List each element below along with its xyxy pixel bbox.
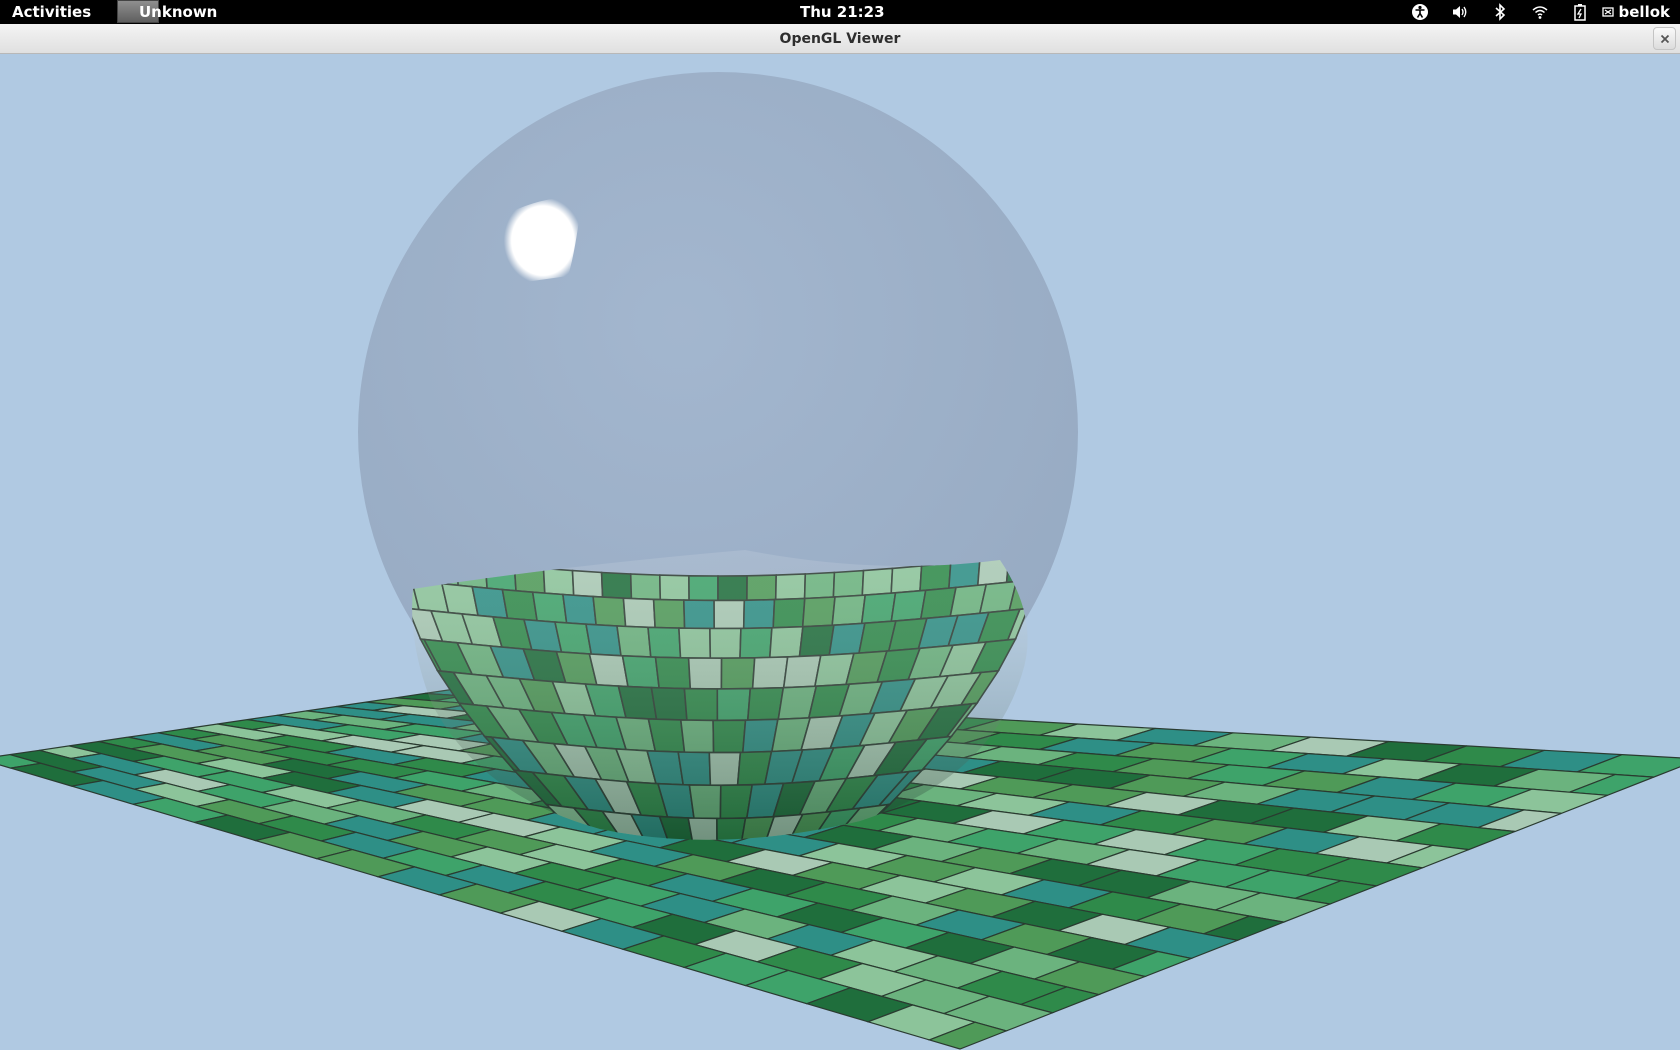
clock[interactable]: Thu 21:23 [800,3,885,21]
accessibility-icon[interactable] [1400,0,1440,24]
activities-button[interactable]: Activities [12,3,91,21]
top-bar: Activities Unknown Thu 21:23 bellok [0,0,1680,24]
bluetooth-icon[interactable] [1480,0,1520,24]
user-name: bellok [1618,3,1670,21]
close-button[interactable] [1653,27,1676,50]
app-menu-label: Unknown [139,2,218,21]
opengl-viewport[interactable] [0,54,1680,1050]
window-title: OpenGL Viewer [779,31,901,47]
battery-icon[interactable] [1560,0,1600,24]
close-icon [1660,34,1669,43]
app-menu[interactable]: Unknown [117,0,233,23]
window-titlebar[interactable]: OpenGL Viewer [0,24,1680,54]
system-tray: bellok [1400,0,1670,24]
user-status-icon [1601,7,1614,17]
wifi-icon[interactable] [1520,0,1560,24]
user-menu[interactable]: bellok [1601,3,1670,21]
volume-icon[interactable] [1440,0,1480,24]
